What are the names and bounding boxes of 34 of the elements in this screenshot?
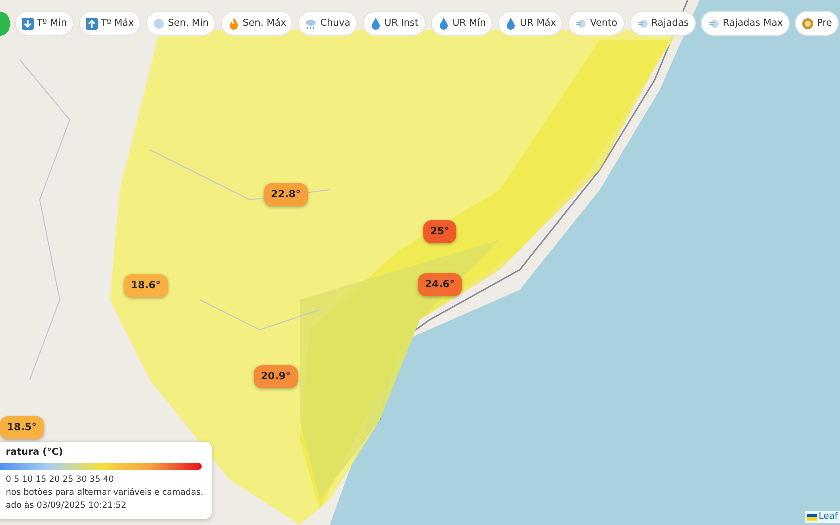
scale-labels: 0 5 10 15 20 25 30 35 40 — [6, 474, 116, 487]
layer-button[interactable]: UR Inst — [362, 11, 426, 36]
wind-icon — [708, 18, 720, 30]
rain-cloud-icon — [305, 18, 318, 30]
gauge-icon — [802, 18, 814, 30]
temperature-marker[interactable]: 24.6° — [418, 274, 462, 296]
flag-icon — [806, 514, 817, 520]
temperature-marker[interactable]: 18.6° — [124, 274, 168, 298]
layer-button[interactable]: Tº Máx — [79, 11, 142, 36]
layer-button[interactable]: Sen. Min — [146, 11, 216, 36]
legend-title: ratura (°C) — [6, 447, 64, 458]
layer-button[interactable]: Rajadas — [630, 11, 696, 36]
wind-icon — [636, 18, 649, 30]
layer-button[interactable]: Vento — [568, 11, 625, 36]
water-drop-icon — [438, 18, 450, 30]
temperature-marker[interactable]: 20.9° — [254, 366, 298, 388]
down-arrow-icon — [22, 18, 34, 30]
layer-button[interactable]: Sen. Máx — [220, 11, 294, 36]
layer-button[interactable]: Rajadas Max — [701, 11, 790, 36]
layer-button[interactable]: UR Máx — [498, 11, 564, 36]
fire-icon — [228, 18, 240, 30]
up-arrow-icon — [86, 18, 98, 30]
layer-button[interactable]: Tº Min — [15, 11, 74, 36]
attribution-link[interactable]: Leaf — [818, 512, 838, 522]
layer-button[interactable]: UR Mín — [430, 11, 494, 36]
wind-icon — [575, 18, 588, 30]
legend-note: nos botões para alternar variáveis e camadas. — [6, 487, 202, 500]
water-drop-icon — [370, 18, 382, 30]
temperature-marker[interactable]: 22.8° — [264, 184, 308, 206]
legend-note: ado às 03/09/2025 10:21:52 — [6, 500, 128, 513]
water-drop-icon — [505, 18, 518, 30]
temperature-marker[interactable]: 25° — [424, 220, 456, 244]
temperature-marker[interactable]: 18.5° — [0, 416, 44, 440]
layer-button[interactable]: Chuva — [298, 11, 358, 36]
